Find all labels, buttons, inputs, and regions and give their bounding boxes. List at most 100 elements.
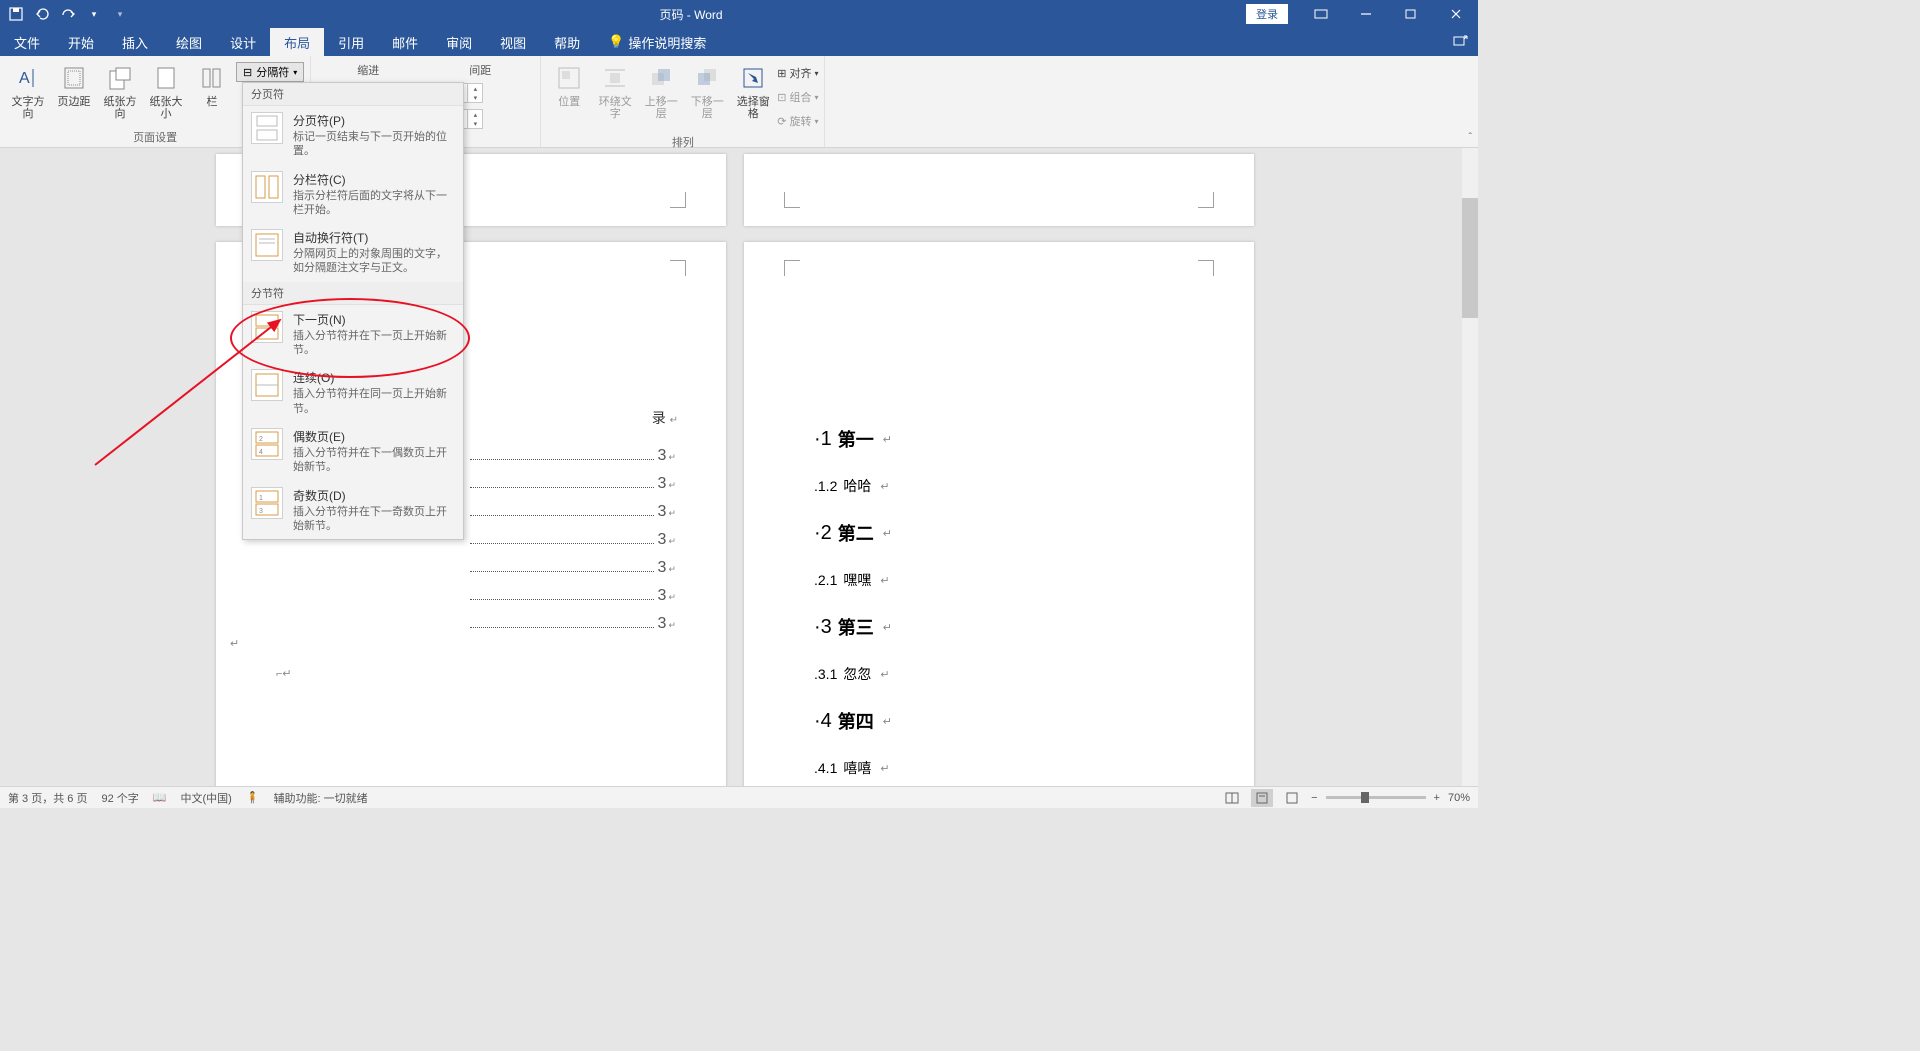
toc-line: 3↵ xyxy=(466,447,676,465)
toc-line: 3↵ xyxy=(466,475,676,493)
print-layout-icon[interactable] xyxy=(1251,789,1273,807)
position-button: 位置 xyxy=(547,60,591,110)
page-break-icon xyxy=(251,112,283,144)
continuous-icon xyxy=(251,369,283,401)
maximize-icon[interactable] xyxy=(1388,0,1433,28)
spellcheck-icon[interactable]: 📖 xyxy=(153,791,167,804)
svg-text:1: 1 xyxy=(259,495,263,502)
tab-mailings[interactable]: 邮件 xyxy=(378,28,432,56)
read-mode-icon[interactable] xyxy=(1221,789,1243,807)
login-button[interactable]: 登录 xyxy=(1246,4,1288,24)
tab-draw[interactable]: 绘图 xyxy=(162,28,216,56)
tell-me-label: 操作说明搜索 xyxy=(628,33,706,52)
dd-even-page[interactable]: 24 偶数页(E)插入分节符并在下一偶数页上开始新节。 xyxy=(243,422,463,481)
next-page-icon xyxy=(251,311,283,343)
heading-item: ·2第二↵ xyxy=(814,520,1194,546)
heading-item: ·3第三↵ xyxy=(814,614,1194,640)
dd-section-section-breaks: 分节符 xyxy=(243,282,463,305)
heading-item: .1.2哈哈↵ xyxy=(814,476,1194,496)
zoom-slider[interactable] xyxy=(1326,796,1426,799)
tab-help[interactable]: 帮助 xyxy=(540,28,594,56)
tab-references[interactable]: 引用 xyxy=(324,28,378,56)
margins-button[interactable]: 页边距 xyxy=(52,60,96,110)
ribbon: A文字方向 页边距 纸张方向 纸张大小 栏 ⊟ 分隔符 ▾ 页面设置 缩进 间距… xyxy=(0,56,1478,148)
dd-page-break[interactable]: 分页符(P)标记一页结束与下一页开始的位置。 xyxy=(243,106,463,165)
tab-view[interactable]: 视图 xyxy=(486,28,540,56)
forward-button: 上移一层 xyxy=(639,60,683,122)
minimize-icon[interactable] xyxy=(1343,0,1388,28)
zoom-in-icon[interactable]: + xyxy=(1434,792,1440,804)
page-4-content: ·1第一↵ .1.2哈哈↵ ·2第二↵ .2.1嘿嘿↵ ·3第三↵ .3.1忽忽↵ ·4第四… xyxy=(744,242,1254,786)
tab-file[interactable]: 文件 xyxy=(0,28,54,56)
paragraph-mark: ↵ xyxy=(230,637,239,650)
backward-button: 下移一层 xyxy=(685,60,729,122)
svg-text:3: 3 xyxy=(259,508,263,515)
group-arrange: 位置 环绕文字 上移一层 下移一层 选择窗格 ⊞对齐▾ ⊡组合▾ ⟳旋转▾ 排列 xyxy=(541,56,825,147)
web-layout-icon[interactable] xyxy=(1281,789,1303,807)
tab-design[interactable]: 设计 xyxy=(216,28,270,56)
tab-insert[interactable]: 插入 xyxy=(108,28,162,56)
svg-text:4: 4 xyxy=(259,449,263,456)
text-direction-button[interactable]: A文字方向 xyxy=(6,60,50,122)
spacing-header: 间距 xyxy=(469,62,491,78)
heading-item: ·4第四↵ xyxy=(814,708,1194,734)
svg-text:2: 2 xyxy=(259,436,263,443)
save-icon[interactable] xyxy=(8,6,24,22)
titlebar: ▾ ▾ 页码 - Word 登录 xyxy=(0,0,1478,28)
vertical-scrollbar[interactable] xyxy=(1462,148,1478,786)
status-page[interactable]: 第 3 页，共 6 页 xyxy=(8,790,87,806)
tell-me-search[interactable]: 💡 操作说明搜索 xyxy=(594,28,720,56)
zoom-level[interactable]: 70% xyxy=(1448,792,1470,804)
selection-pane-button[interactable]: 选择窗格 xyxy=(731,60,775,122)
close-icon[interactable] xyxy=(1433,0,1478,28)
rotate-icon: ⟳ xyxy=(777,115,786,128)
undo-icon[interactable] xyxy=(34,6,50,22)
status-accessibility[interactable]: 辅助功能: 一切就绪 xyxy=(274,790,368,806)
group-button: ⊡组合▾ xyxy=(777,86,818,108)
breaks-icon: ⊟ xyxy=(243,66,252,79)
breaks-button[interactable]: ⊟ 分隔符 ▾ xyxy=(236,62,304,82)
share-icon[interactable] xyxy=(1452,33,1468,52)
orientation-button[interactable]: 纸张方向 xyxy=(98,60,142,122)
tab-home[interactable]: 开始 xyxy=(54,28,108,56)
tab-layout[interactable]: 布局 xyxy=(270,28,324,56)
column-break-icon xyxy=(251,171,283,203)
ribbon-display-icon[interactable] xyxy=(1298,0,1343,28)
heading-item: .2.1嘿嘿↵ xyxy=(814,570,1194,590)
odd-page-icon: 13 xyxy=(251,487,283,519)
accessibility-icon: 🧍 xyxy=(246,791,260,804)
cursor-position: ⌐↵ xyxy=(276,667,292,680)
breaks-label: 分隔符 xyxy=(256,64,289,80)
rotate-button: ⟳旋转▾ xyxy=(777,110,818,132)
heading-item: ·1第一↵ xyxy=(814,426,1194,452)
size-button[interactable]: 纸张大小 xyxy=(144,60,188,122)
tab-review[interactable]: 审阅 xyxy=(432,28,486,56)
dd-column-break[interactable]: 分栏符(C)指示分栏符后面的文字将从下一栏开始。 xyxy=(243,165,463,224)
wrap-break-icon xyxy=(251,229,283,261)
even-page-icon: 24 xyxy=(251,428,283,460)
columns-button[interactable]: 栏 xyxy=(190,60,234,110)
status-words[interactable]: 92 个字 xyxy=(101,790,138,806)
align-button[interactable]: ⊞对齐▾ xyxy=(777,62,818,84)
lightbulb-icon: 💡 xyxy=(608,34,624,50)
heading-item: .3.1忽忽↵ xyxy=(814,664,1194,684)
dd-wrap-break[interactable]: 自动换行符(T)分隔网页上的对象周围的文字，如分隔题注文字与正文。 xyxy=(243,223,463,282)
redo-icon[interactable] xyxy=(60,6,76,22)
wrap-button: 环绕文字 xyxy=(593,60,637,122)
dd-next-page[interactable]: 下一页(N)插入分节符并在下一页上开始新节。 xyxy=(243,305,463,364)
ribbon-tabs: 文件 开始 插入 绘图 设计 布局 引用 邮件 审阅 视图 帮助 💡 操作说明搜… xyxy=(0,28,1478,56)
toc-line: 3↵ xyxy=(466,559,676,577)
qat-customize-icon[interactable]: ▾ xyxy=(86,6,102,22)
document-area[interactable]: 录 ↵ 3↵ 3↵ 3↵ 3↵ 3↵ 3↵ 3↵ ↵ ⌐↵ ·1第一↵.1.2哈… xyxy=(0,148,1478,786)
quick-access-toolbar: ▾ ▾ xyxy=(0,6,136,22)
svg-text:A: A xyxy=(19,70,30,87)
qat-more-icon[interactable]: ▾ xyxy=(112,6,128,22)
dd-continuous[interactable]: 连续(O)插入分节符并在同一页上开始新节。 xyxy=(243,363,463,422)
indent-header: 缩进 xyxy=(357,62,379,78)
heading-item: .4.1嘻嘻↵ xyxy=(814,758,1194,778)
collapse-ribbon-icon[interactable]: ˆ xyxy=(1469,132,1472,143)
status-lang[interactable]: 中文(中国) xyxy=(180,790,231,806)
dd-odd-page[interactable]: 13 奇数页(D)插入分节符并在下一奇数页上开始新节。 xyxy=(243,481,463,540)
group-icon: ⊡ xyxy=(777,91,786,104)
zoom-out-icon[interactable]: − xyxy=(1311,792,1317,804)
